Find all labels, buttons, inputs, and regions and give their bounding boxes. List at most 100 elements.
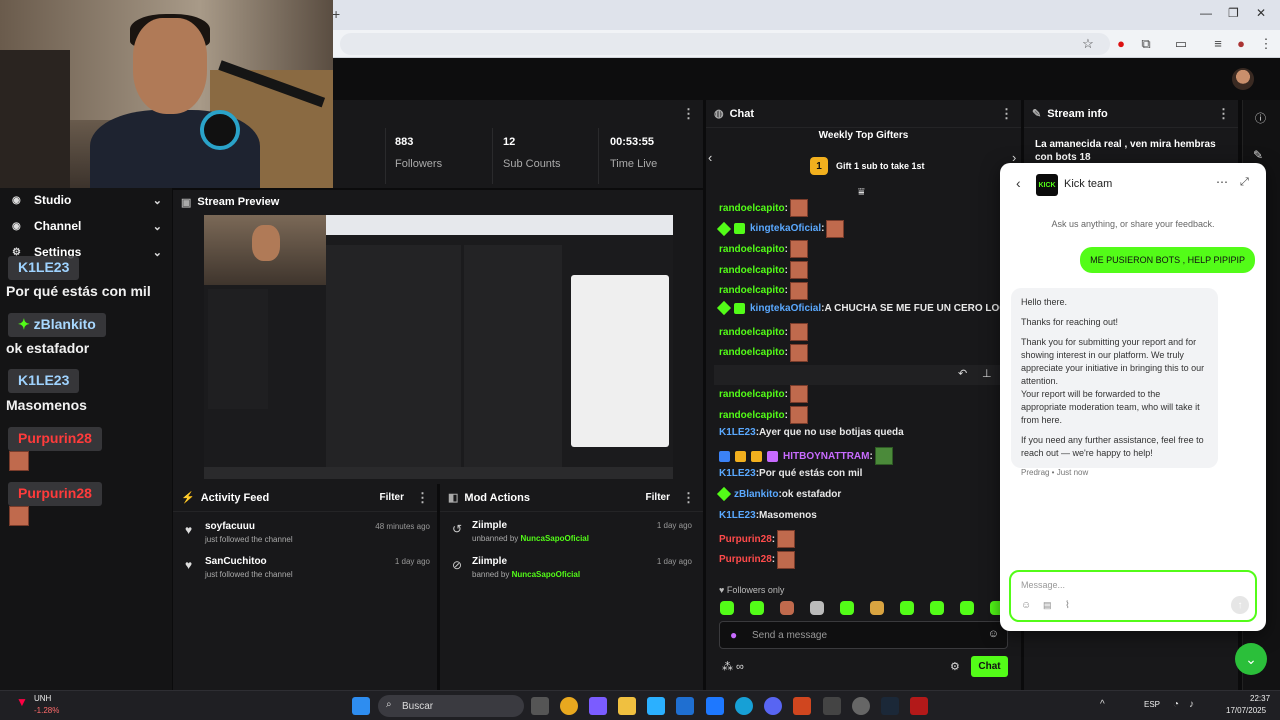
cast-icon[interactable]: ▭ xyxy=(1173,36,1189,52)
new-tab-button[interactable]: + xyxy=(332,6,340,22)
profile-avatar-icon[interactable]: ● xyxy=(1233,36,1249,51)
chat-username[interactable]: zBlankito xyxy=(734,489,778,500)
obs-icon[interactable] xyxy=(852,697,870,715)
quick-emote[interactable] xyxy=(930,601,944,615)
reply-icon[interactable]: ↶ xyxy=(958,367,967,380)
chat-username[interactable]: randoelcapito xyxy=(719,389,785,400)
extensions-puzzle-icon[interactable]: ⧉ xyxy=(1138,36,1154,52)
gift-sub-cta[interactable]: Gift 1 sub to take 1st xyxy=(836,161,925,171)
streaming-app-icon[interactable] xyxy=(793,697,811,715)
outlook-icon[interactable] xyxy=(676,697,694,715)
chat-menu-icon[interactable]: ⋮ xyxy=(1000,106,1013,122)
quick-emote[interactable] xyxy=(720,601,734,615)
restore-button[interactable]: ❐ xyxy=(1228,6,1239,20)
collapse-icon[interactable]: ⩸ xyxy=(858,186,865,199)
scroll-down-button[interactable]: ⌄ xyxy=(1235,643,1267,675)
volume-icon[interactable]: ♪ xyxy=(1189,699,1194,710)
info-icon[interactable]: ⓘ xyxy=(1255,110,1266,126)
mod-filter-button[interactable]: Filter xyxy=(646,492,670,503)
store-icon[interactable] xyxy=(647,697,665,715)
microphone-icon[interactable]: ● xyxy=(730,628,737,642)
chat-username[interactable]: K1LE23 xyxy=(719,427,756,438)
emoji-picker-icon[interactable]: ☺ xyxy=(988,628,999,640)
taskbar-search[interactable]: ⌕ Buscar xyxy=(378,695,524,717)
expand-icon[interactable]: ⤢ xyxy=(1240,176,1249,189)
app-icon[interactable] xyxy=(823,697,841,715)
gifters-prev-icon[interactable]: ‹ xyxy=(708,150,712,165)
kick-points-icon[interactable]: ⁂ ∞ xyxy=(722,660,744,673)
network-icon[interactable]: ◔ xyxy=(1173,699,1179,710)
widget-intro: Ask us anything, or share your feedback. xyxy=(1051,219,1215,229)
emote-quick-bar xyxy=(720,601,1005,615)
chat-username[interactable]: Purpurin28 xyxy=(719,554,772,565)
chat-username[interactable]: K1LE23 xyxy=(719,468,756,479)
gif-icon[interactable]: ▤ xyxy=(1043,600,1052,611)
opera-extension-icon[interactable]: ● xyxy=(1113,36,1129,51)
chat-settings-icon[interactable]: ⚙ xyxy=(950,660,960,673)
chat-username[interactable]: kingtekaOficial xyxy=(750,303,821,314)
emoji-icon[interactable]: ☺ xyxy=(1021,600,1031,611)
start-icon[interactable] xyxy=(352,697,370,715)
bookmark-star-icon[interactable]: ☆ xyxy=(1080,36,1096,52)
kick-support-widget: ‹ KICK Kick team ⋯ ⤢ Ask us anything, or… xyxy=(1000,163,1266,631)
user-avatar[interactable] xyxy=(1232,68,1254,90)
chat-username[interactable]: randoelcapito xyxy=(719,265,785,276)
chat-separator: : xyxy=(784,243,788,255)
quick-emote[interactable] xyxy=(810,601,824,615)
chat-username[interactable]: randoelcapito xyxy=(719,285,785,296)
discord-icon[interactable] xyxy=(764,697,782,715)
chat-username[interactable]: randoelcapito xyxy=(719,244,785,255)
menu-channel[interactable]: ◉ Channel ⌄ xyxy=(12,216,162,236)
chat-username[interactable]: randoelcapito xyxy=(719,347,785,358)
stream-info-menu-icon[interactable]: ⋮ xyxy=(1217,106,1230,122)
chat-message-input[interactable]: ● Send a message ☺ xyxy=(719,621,1008,649)
chat-separator: : xyxy=(869,450,873,462)
stream-preview-video[interactable] xyxy=(204,215,673,479)
pin-icon[interactable]: ⊥ xyxy=(982,367,992,380)
quick-emote[interactable] xyxy=(780,601,794,615)
dropbox-icon[interactable] xyxy=(706,697,724,715)
send-chat-button[interactable]: Chat xyxy=(971,656,1008,677)
chat-message: randoelcapito: xyxy=(719,323,808,342)
widget-message-input[interactable]: Message... ☺ ▤ ⌇ ↑ xyxy=(1009,570,1257,622)
close-window-button[interactable]: ✕ xyxy=(1256,6,1266,20)
chat-username[interactable]: kingtekaOficial xyxy=(750,223,821,234)
menu-studio[interactable]: ◉ Studio ⌄ xyxy=(12,190,162,210)
chrome-icon[interactable] xyxy=(560,697,578,715)
stats-menu-icon[interactable]: ⋮ xyxy=(682,106,695,122)
chat-username[interactable]: randoelcapito xyxy=(719,327,785,338)
minimize-button[interactable]: — xyxy=(1200,6,1212,20)
chat-username[interactable]: K1LE23 xyxy=(719,510,756,521)
task-view-icon[interactable] xyxy=(531,697,549,715)
send-icon[interactable]: ↑ xyxy=(1231,596,1249,614)
chat-username[interactable]: randoelcapito xyxy=(719,203,785,214)
quick-emote[interactable] xyxy=(840,601,854,615)
game-icon[interactable] xyxy=(910,697,928,715)
quick-emote[interactable] xyxy=(750,601,764,615)
badge-icon xyxy=(751,450,762,462)
chat-message: Purpurin28: xyxy=(719,550,796,569)
edge-icon[interactable] xyxy=(735,697,753,715)
chat-username[interactable]: randoelcapito xyxy=(719,410,785,421)
chat-emote xyxy=(826,219,845,238)
steam-icon[interactable] xyxy=(881,697,899,715)
chat-username[interactable]: HITBOYNATTRAM xyxy=(783,451,869,462)
quick-emote[interactable] xyxy=(870,601,884,615)
edit-icon[interactable]: ✎ xyxy=(1253,148,1263,162)
browser-menu-icon[interactable]: ⋮ xyxy=(1258,36,1274,52)
quick-emote[interactable] xyxy=(960,601,974,615)
mod-menu-icon[interactable]: ⋮ xyxy=(682,490,695,506)
heart-icon: ♥ xyxy=(185,558,193,572)
attachment-icon[interactable]: ⌇ xyxy=(1065,600,1070,611)
activity-filter-button[interactable]: Filter xyxy=(380,492,404,503)
reading-list-icon[interactable]: ≡ xyxy=(1210,36,1226,51)
activity-menu-icon[interactable]: ⋮ xyxy=(416,490,429,506)
more-options-icon[interactable]: ⋯ xyxy=(1216,175,1228,189)
tray-overflow-icon[interactable]: ^ xyxy=(1100,699,1105,710)
chat-username[interactable]: Purpurin28 xyxy=(719,534,772,545)
back-icon[interactable]: ‹ xyxy=(1016,175,1021,191)
file-explorer-icon[interactable] xyxy=(618,697,636,715)
copilot-icon[interactable] xyxy=(589,697,607,715)
address-bar[interactable] xyxy=(340,33,1110,55)
quick-emote[interactable] xyxy=(900,601,914,615)
